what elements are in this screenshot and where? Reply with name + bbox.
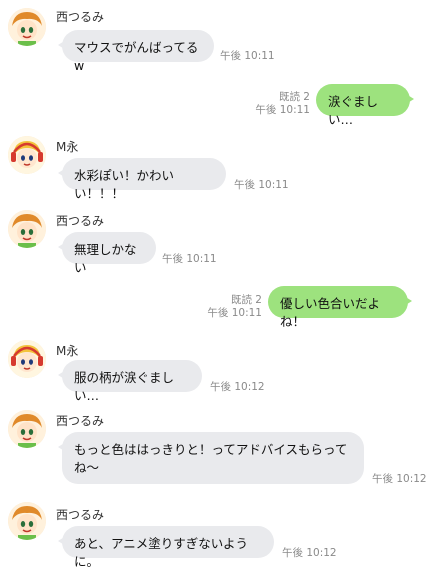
anime-boy-avatar-icon[interactable] (8, 8, 46, 46)
message-bubble[interactable]: 涙ぐましい… (316, 84, 414, 127)
message-bubble[interactable]: マウスでがんばってるw (58, 30, 214, 73)
read-receipt: 既読 2 (278, 91, 310, 103)
sender-name: 西つるみ (56, 508, 105, 522)
message-bubble[interactable]: 水彩ぽい！かわいい！！！ (58, 158, 226, 201)
anime-girl-headphones-avatar-icon[interactable] (8, 136, 46, 174)
anime-boy-avatar-icon[interactable] (8, 502, 46, 540)
read-receipt: 既読 2 (230, 294, 262, 306)
message-time: 午後 10:11 (255, 104, 310, 116)
message-bubble[interactable]: もっと色ははっきりと！ってアドバイスもらってね〜 (58, 432, 364, 484)
message-bubble[interactable]: 服の柄が涙ぐましい… (58, 360, 202, 403)
sender-name: 西つるみ (56, 214, 105, 228)
message-time: 午後 10:12 (372, 473, 427, 485)
sender-name: M永 (56, 344, 79, 358)
message-time: 午後 10:11 (220, 50, 275, 62)
anime-boy-avatar-icon[interactable] (8, 210, 46, 248)
message-time: 午後 10:11 (207, 307, 262, 319)
message-bubble[interactable]: あと、アニメ塗りすぎないように。 (58, 526, 274, 569)
message-bubble[interactable]: 優しい色合いだよね！ (268, 286, 412, 329)
message-time: 午後 10:11 (234, 179, 289, 191)
sender-name: M永 (56, 140, 79, 154)
anime-boy-avatar-icon[interactable] (8, 410, 46, 448)
sender-name: 西つるみ (56, 10, 105, 24)
message-time: 午後 10:11 (162, 253, 217, 265)
message-bubble[interactable]: 無理しかない (58, 232, 156, 275)
anime-girl-headphones-avatar-icon[interactable] (8, 340, 46, 378)
sender-name: 西つるみ (56, 414, 105, 428)
message-time: 午後 10:12 (210, 381, 265, 393)
message-time: 午後 10:12 (282, 547, 337, 559)
